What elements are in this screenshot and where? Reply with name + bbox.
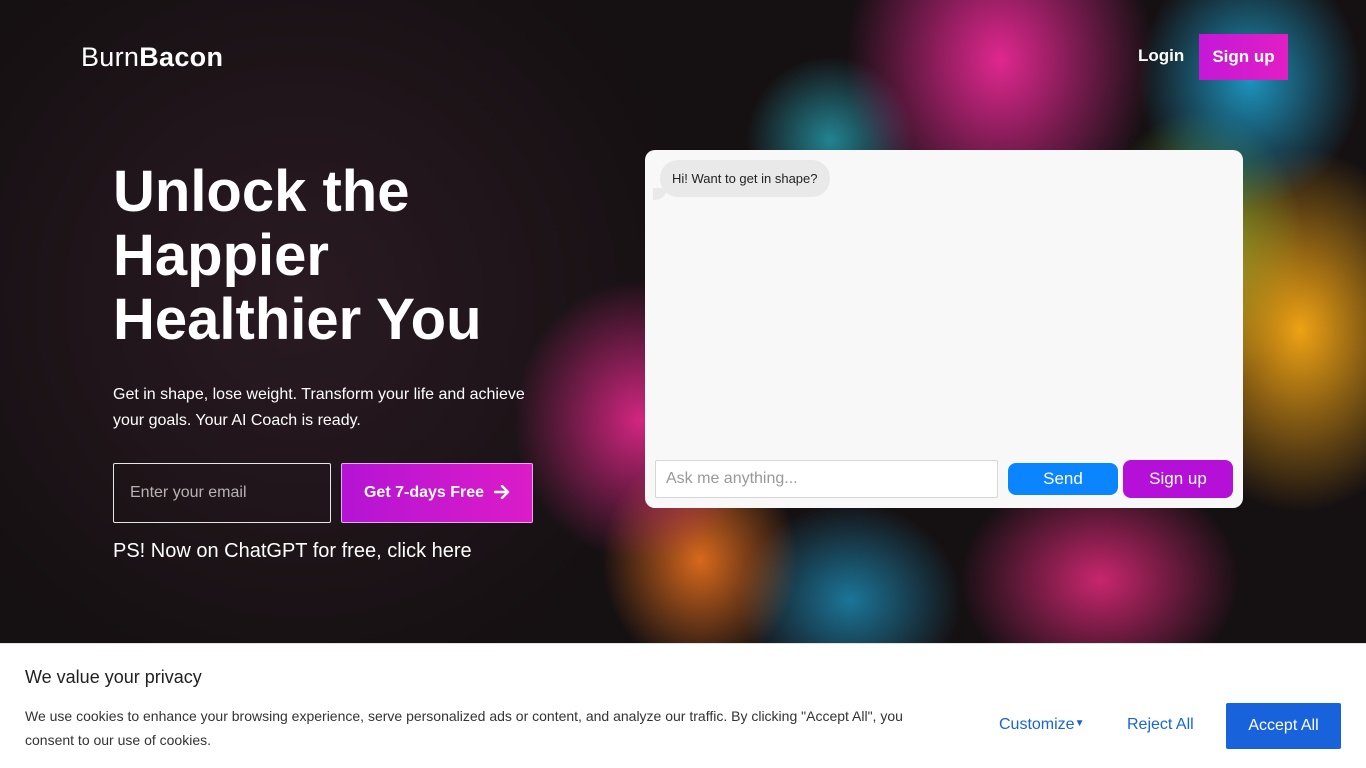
customize-label: Customize [999,716,1075,733]
cta-label: Get 7-days Free [363,484,485,501]
headline-line-1: Unlock the [113,159,410,224]
cookie-text: We use cookies to enhance your browsing … [25,708,903,748]
reject-all-button[interactable]: Reject All [1127,716,1194,734]
chat-input[interactable] [655,460,998,498]
headline-line-2: Happier [113,223,329,288]
header-signup-button[interactable]: Sign up [1199,34,1288,80]
chat-greeting-bubble: Hi! Want to get in shape? [660,160,830,197]
cookie-title: We value your privacy [25,667,202,687]
brand-logo[interactable]: BurnBacon [81,42,223,73]
brand-name-bold: Bacon [139,42,224,72]
accept-all-button[interactable]: Accept All [1226,703,1341,749]
hero-headline: Unlock the Happier Healthier You [113,160,553,352]
brand-name-light: Burn [81,42,140,72]
login-link[interactable]: Login [1130,44,1192,68]
caret-down-icon: ▼ [1074,718,1085,729]
chatgpt-link[interactable]: PS! Now on ChatGPT for free, click here [113,540,472,563]
arrow-right-icon [493,483,510,504]
chat-widget: Hi! Want to get in shape? Send Sign up [645,150,1243,508]
chat-signup-button[interactable]: Sign up [1123,460,1233,498]
email-input[interactable] [113,463,331,523]
get-free-trial-button[interactable]: Get 7-days Free [341,463,533,523]
hero-subtitle: Get in shape, lose weight. Transform you… [113,386,525,429]
customize-button[interactable]: Customize▼ [999,716,1084,734]
cookie-banner: We value your privacy We use cookies to … [0,643,1366,768]
headline-line-3: Healthier You [113,287,482,352]
chat-send-button[interactable]: Send [1008,463,1118,495]
